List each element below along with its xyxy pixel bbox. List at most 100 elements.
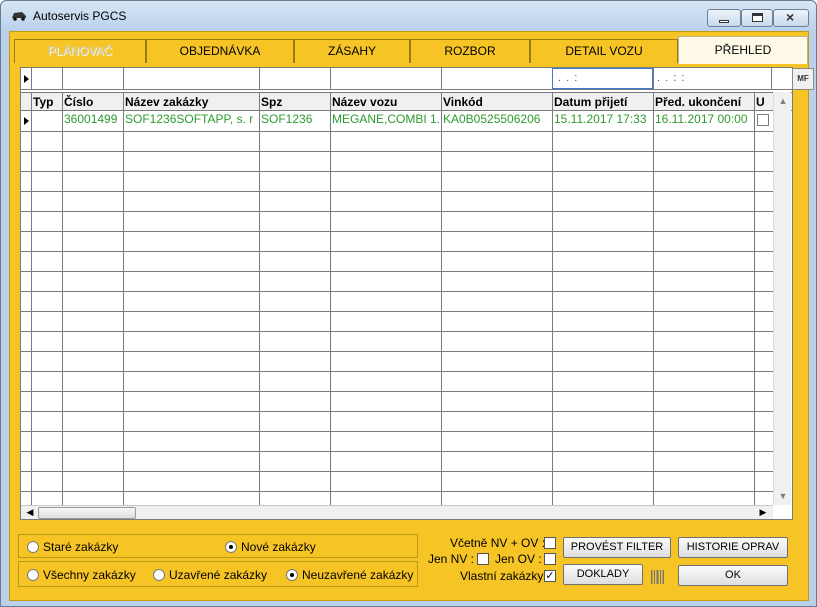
row-divider: [21, 411, 773, 412]
filter-nazev-zakazky[interactable]: [123, 68, 124, 89]
close-button[interactable]: ×: [773, 9, 809, 27]
provest-filter-button[interactable]: PROVÉST FILTER: [563, 537, 671, 558]
minimize-button[interactable]: [707, 9, 741, 27]
row-divider: [21, 271, 773, 272]
jen-nv-label: Jen NV :: [428, 552, 475, 566]
row-divider: [21, 131, 773, 132]
row-divider: [21, 191, 773, 192]
maximize-button[interactable]: [741, 9, 773, 27]
tab-planovac[interactable]: PLÁNOVAČ: [14, 39, 146, 63]
title-bar: Autoservis PGCS ×: [1, 1, 816, 29]
barcode-icon[interactable]: [648, 567, 668, 587]
col-datum-prijeti[interactable]: Datum přijetí: [554, 95, 652, 109]
radio-uzavrene-zakazky[interactable]: Uzavřené zakázky: [153, 568, 267, 582]
filter-row: . . : . . : :: [21, 68, 792, 90]
jen-ov-label: Jen OV :: [495, 552, 542, 566]
maximize-icon: [752, 13, 763, 22]
cell-nazev-zakazky: SOF1236SOFTAPP, s. r: [125, 112, 254, 126]
filter-nazev-vozu[interactable]: [330, 68, 331, 89]
row-divider: [21, 391, 773, 392]
radio-icon: [27, 569, 39, 581]
filter-vinkod[interactable]: [441, 68, 442, 89]
row-divider: [21, 431, 773, 432]
filter-spz[interactable]: [259, 68, 260, 89]
filter-pred-ukonceni[interactable]: [653, 68, 654, 89]
vlastni-zakazky-label: Vlastní zakázky: [460, 569, 544, 583]
main-panel: PLÁNOVAČ OBJEDNÁVKA ZÁSAHY ROZBOR DETAIL…: [9, 31, 814, 601]
row-divider: [21, 491, 773, 492]
row-divider: [21, 311, 773, 312]
col-typ[interactable]: Typ: [33, 95, 61, 109]
col-u[interactable]: U: [756, 95, 770, 109]
radio-nove-zakazky[interactable]: Nové zakázky: [225, 540, 316, 554]
tab-prehled[interactable]: PŘEHLED: [678, 36, 808, 64]
row-divider: [21, 451, 773, 452]
table-row[interactable]: 36001499 SOF1236SOFTAPP, s. r SOF1236 ME…: [21, 111, 773, 131]
scroll-left-icon[interactable]: ◀: [22, 504, 38, 520]
ok-button[interactable]: OK: [678, 565, 788, 586]
radio-icon: [27, 541, 39, 553]
cell-nazev-vozu: MEGANE,COMBI 1.6: [332, 112, 440, 126]
tab-objednavka[interactable]: OBJEDNÁVKA: [146, 39, 294, 63]
tab-detail-vozu[interactable]: DETAIL VOZU: [530, 39, 678, 63]
horizontal-scroll-thumb[interactable]: [38, 507, 136, 519]
doklady-button[interactable]: DOKLADY: [563, 564, 643, 585]
cell-vinkod: KA0B0525506206: [443, 112, 541, 126]
row-divider: [21, 231, 773, 232]
radio-selected-icon: [286, 569, 298, 581]
row-divider: [21, 151, 773, 152]
cell-cislo: 36001499: [64, 112, 118, 126]
radio-stare-zakazky[interactable]: Staré zakázky: [27, 540, 118, 554]
jen-ov-checkbox[interactable]: [544, 553, 556, 565]
col-vinkod[interactable]: Vinkód: [443, 95, 551, 109]
scroll-up-icon[interactable]: ▲: [775, 93, 791, 109]
filter-date-mask-2: . . : :: [657, 72, 686, 84]
scroll-down-icon[interactable]: ▼: [775, 488, 791, 504]
vertical-scrollbar[interactable]: ▲ ▼: [773, 92, 791, 505]
minimize-icon: [719, 20, 729, 23]
filter-cislo[interactable]: [62, 68, 63, 89]
order-age-group: Staré zakázky Nové zakázky: [18, 534, 418, 558]
grid-rows: 36001499 SOF1236SOFTAPP, s. r SOF1236 ME…: [21, 111, 773, 505]
vlastni-zakazky-checkbox[interactable]: ✓: [544, 570, 556, 582]
radio-selected-icon: [225, 541, 237, 553]
row-divider: [21, 351, 773, 352]
cell-u-checkbox[interactable]: [757, 114, 769, 126]
filter-date-mask-1: . . :: [558, 72, 579, 84]
grid-header: Typ Číslo Název zakázky Spz Název vozu V…: [21, 92, 792, 111]
radio-neuzavrene-zakazky[interactable]: Neuzavřené zakázky: [286, 568, 413, 582]
order-status-group: Všechny zakázky Uzavřené zakázky Neuzavř…: [18, 561, 418, 587]
orders-grid: . . : . . : : MF Typ Číslo Název zakázky…: [20, 67, 814, 520]
row-pointer-icon: [24, 75, 29, 83]
row-divider: [21, 211, 773, 212]
mf-button[interactable]: MF: [792, 68, 814, 90]
historie-oprav-button[interactable]: HISTORIE OPRAV: [678, 537, 788, 558]
cell-pred-ukonceni: 16.11.2017 00:00: [655, 112, 748, 126]
radio-icon: [153, 569, 165, 581]
row-divider: [21, 171, 773, 172]
col-nazev-zakazky[interactable]: Název zakázky: [125, 95, 258, 109]
scroll-right-icon[interactable]: ▶: [755, 504, 771, 520]
app-window: Autoservis PGCS × PLÁNOVAČ OBJEDNÁVKA ZÁ…: [0, 0, 817, 607]
vcetne-nv-ov-checkbox[interactable]: [544, 537, 556, 549]
row-divider: [21, 471, 773, 472]
car-icon: [12, 12, 26, 21]
row-divider: [21, 251, 773, 252]
horizontal-scrollbar[interactable]: ◀ ▶: [21, 505, 773, 519]
col-cislo[interactable]: Číslo: [64, 95, 122, 109]
row-divider: [21, 371, 773, 372]
col-pred-ukonceni[interactable]: Před. ukončení: [655, 95, 753, 109]
jen-nv-checkbox[interactable]: [477, 553, 489, 565]
cell-datum-prijeti: 15.11.2017 17:33: [554, 112, 647, 126]
col-spz[interactable]: Spz: [261, 95, 329, 109]
radio-vsechny-zakazky[interactable]: Všechny zakázky: [27, 568, 136, 582]
tab-strip: PLÁNOVAČ OBJEDNÁVKA ZÁSAHY ROZBOR DETAIL…: [14, 36, 808, 64]
window-title: Autoservis PGCS: [33, 9, 127, 23]
tab-rozbor[interactable]: ROZBOR: [410, 39, 530, 63]
tab-zasahy[interactable]: ZÁSAHY: [294, 39, 410, 63]
col-nazev-vozu[interactable]: Název vozu: [332, 95, 440, 109]
row-divider: [21, 331, 773, 332]
row-divider: [21, 291, 773, 292]
current-row-pointer-icon: [24, 117, 29, 125]
cell-spz: SOF1236: [261, 112, 313, 126]
